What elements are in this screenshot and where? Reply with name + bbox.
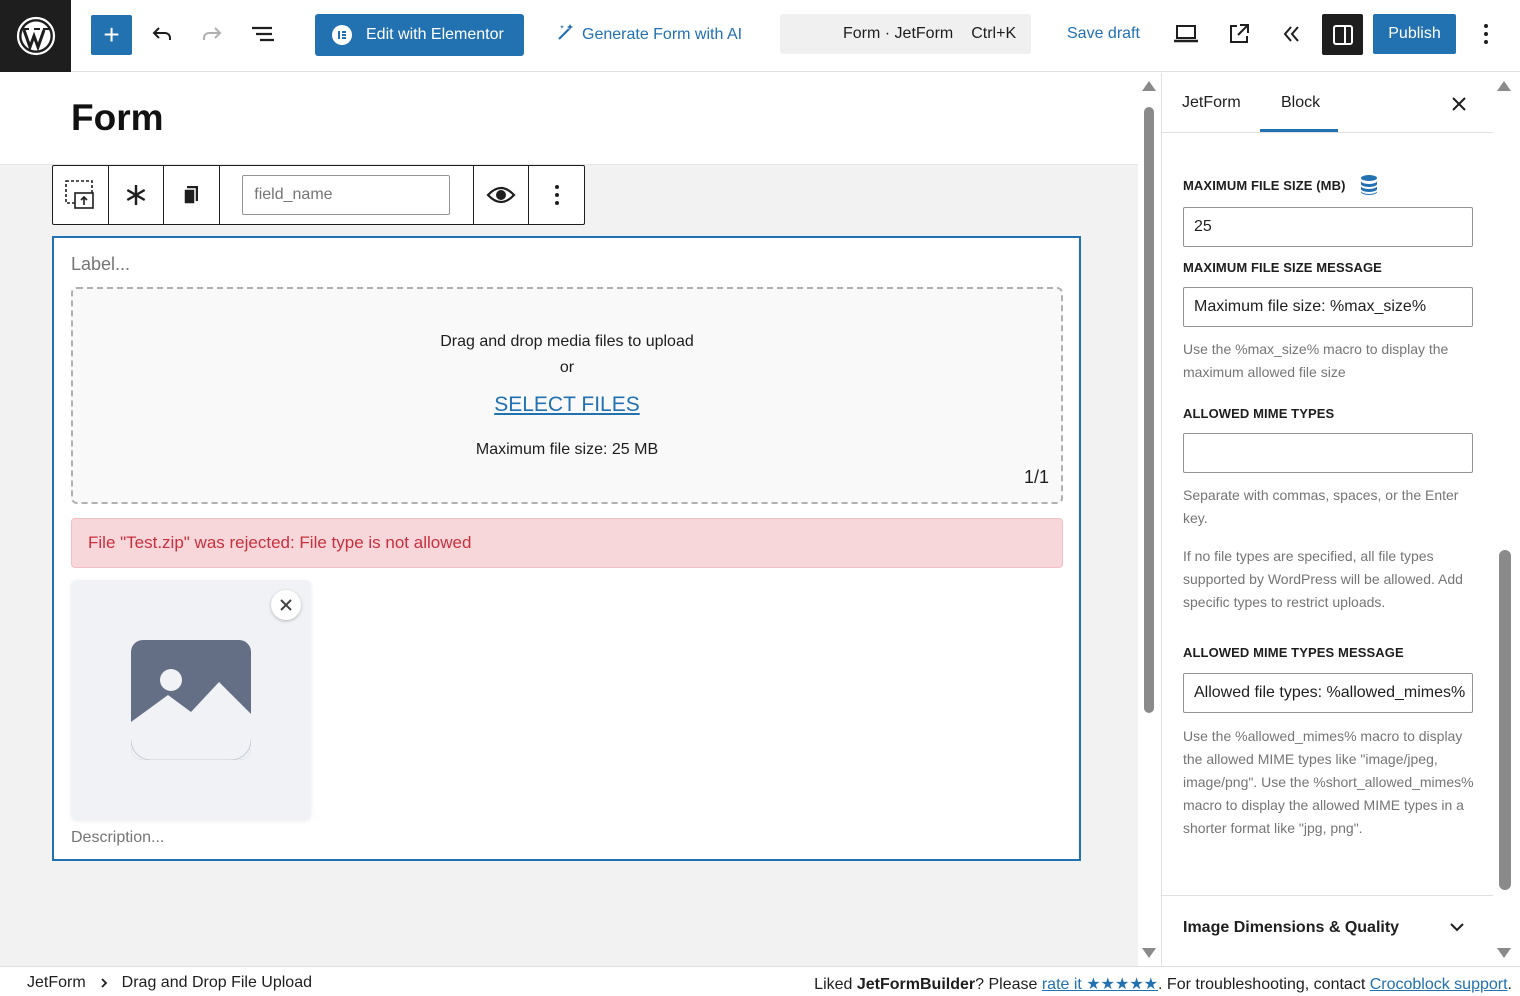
block-type-icon[interactable] [53, 166, 109, 224]
required-asterisk-icon[interactable] [109, 166, 165, 224]
sidebar-scrollbar[interactable] [1494, 73, 1520, 966]
command-palette-bar[interactable]: Form · JetForm Ctrl+K [780, 14, 1031, 54]
allowed-mime-types-input[interactable] [1183, 433, 1473, 473]
uploaded-file-card [71, 580, 311, 820]
add-block-button[interactable]: + [91, 15, 132, 55]
image-placeholder-icon [131, 640, 251, 760]
crocoblock-support-link[interactable]: Crocoblock support [1370, 976, 1508, 993]
editor-footer: JetForm Drag and Drop File Upload Liked … [0, 966, 1520, 996]
title-area: Form [0, 73, 1138, 165]
field-label[interactable]: Label... [71, 254, 130, 275]
sidebar-scroll-thumb[interactable] [1499, 550, 1511, 890]
max-file-size-message-label: MAXIMUM FILE SIZE MESSAGE [1183, 260, 1382, 275]
active-tab-indicator [1260, 129, 1338, 132]
max-file-size-input[interactable]: 25 [1183, 207, 1473, 247]
wordpress-logo-icon[interactable] [0, 0, 71, 72]
field-name-cell [220, 166, 474, 224]
document-overview-icon[interactable] [243, 14, 283, 54]
redo-icon[interactable] [192, 14, 232, 54]
footer-please-text: ? Please [975, 976, 1042, 993]
close-icon [280, 599, 292, 611]
mime-types-help-separator: Separate with commas, spaces, or the Ent… [1183, 487, 1459, 526]
allowed-mime-types-message-input[interactable]: Allowed file types: %allowed_mimes% [1183, 673, 1473, 713]
breadcrumb-item-jetform[interactable]: JetForm [27, 974, 86, 992]
scroll-up-arrow-icon[interactable] [1142, 81, 1156, 91]
command-bar-shortcut: Ctrl+K [971, 25, 1017, 42]
elementor-button-label: Edit with Elementor [366, 26, 504, 43]
field-description[interactable]: Description... [71, 829, 164, 847]
magic-wand-icon [556, 22, 576, 47]
collapse-double-chevron-icon[interactable] [1272, 14, 1312, 54]
block-toolbar [52, 165, 585, 225]
chevron-right-icon [101, 978, 107, 988]
allowed-mime-types-message-label: ALLOWED MIME TYPES MESSAGE [1183, 645, 1404, 660]
footer-troubleshoot-text: . For troubleshooting, contact [1158, 976, 1370, 993]
editor-scrollbar[interactable] [1138, 73, 1160, 966]
allowed-mime-types-label: ALLOWED MIME TYPES [1183, 406, 1335, 421]
copy-icon[interactable] [164, 166, 220, 224]
command-bar-title: Form · JetForm [843, 25, 954, 42]
dropzone-instruction: Drag and drop media files to upload [440, 333, 694, 350]
footer-end-text: . [1507, 976, 1512, 993]
breadcrumb: JetForm Drag and Drop File Upload [27, 974, 312, 992]
chevron-down-icon [1450, 923, 1464, 932]
select-files-link: SELECT FILES [73, 393, 1061, 417]
publish-button[interactable]: Publish [1373, 14, 1456, 54]
file-upload-block[interactable]: Label... Drag and drop media files to up… [52, 236, 1081, 861]
visibility-eye-icon[interactable] [474, 166, 530, 224]
sidebar-scroll-down-arrow-icon[interactable] [1497, 948, 1511, 958]
generate-form-ai-button[interactable]: Generate Form with AI [556, 22, 742, 47]
tab-block[interactable]: Block [1281, 94, 1320, 112]
select-files-button[interactable]: SELECT FILES [494, 393, 640, 416]
image-dimensions-title: Image Dimensions & Quality [1183, 918, 1400, 936]
mime-types-message-help: Use the %allowed_mimes% macro to display… [1183, 728, 1474, 836]
tab-jetform[interactable]: JetForm [1182, 94, 1241, 112]
generate-form-ai-label: Generate Form with AI [582, 25, 743, 43]
footer-liked-text: Liked [814, 976, 857, 993]
editor-canvas: Form Label... Drag and drop media files … [0, 73, 1138, 966]
footer-feedback: Liked JetFormBuilder? Please rate it ★★★… [814, 974, 1512, 994]
undo-icon[interactable] [142, 14, 182, 54]
scroll-down-arrow-icon[interactable] [1142, 948, 1156, 958]
file-dropzone[interactable]: Drag and drop media files to upload or S… [71, 287, 1063, 504]
editor-scroll-thumb[interactable] [1144, 107, 1154, 713]
sidebar-scroll-up-arrow-icon[interactable] [1497, 81, 1511, 91]
external-link-icon[interactable] [1219, 14, 1259, 54]
settings-sidebar-toggle-icon[interactable] [1322, 14, 1363, 55]
database-icon[interactable] [1360, 174, 1378, 196]
mime-types-help-all: If no file types are specified, all file… [1183, 548, 1463, 610]
edit-with-elementor-button[interactable]: Edit with Elementor [315, 14, 524, 56]
breadcrumb-item-block[interactable]: Drag and Drop File Upload [122, 974, 312, 992]
preview-device-icon[interactable] [1166, 14, 1206, 54]
elementor-icon [332, 25, 352, 45]
save-draft-button[interactable]: Save draft [1067, 25, 1140, 43]
close-sidebar-icon[interactable] [1452, 91, 1466, 117]
field-name-input[interactable] [242, 175, 451, 215]
options-kebab-icon[interactable] [1466, 14, 1506, 54]
rate-it-link[interactable]: rate it ★★★★★ [1042, 976, 1158, 993]
footer-brand: JetFormBuilder [856, 976, 976, 993]
image-dimensions-panel-toggle[interactable]: Image Dimensions & Quality [1162, 895, 1493, 959]
max-file-size-note: Maximum file size: 25 MB [475, 441, 659, 458]
max-file-size-label: MAXIMUM FILE SIZE (MB) [1183, 177, 1346, 193]
upload-error-message: File "Test.zip" was rejected: File type … [71, 518, 1063, 568]
settings-sidebar: JetForm Block MAXIMUM FILE SIZE (MB) 25 … [1161, 73, 1520, 966]
block-options-kebab-icon[interactable] [529, 166, 584, 224]
editor-topbar: + Edit with Elementor Generate Form with… [0, 0, 1520, 72]
max-file-size-help: Use the %max_size% macro to display the … [1183, 341, 1449, 380]
max-file-size-label-row: MAXIMUM FILE SIZE (MB) [1183, 174, 1378, 196]
sidebar-tabs: JetForm Block [1162, 73, 1493, 133]
dropzone-or: or [559, 359, 575, 376]
max-file-size-message-input[interactable]: Maximum file size: %max_size% [1183, 287, 1473, 327]
remove-file-button[interactable] [271, 590, 301, 620]
page-title[interactable]: Form [71, 97, 164, 139]
file-count: 1/1 [1023, 467, 1049, 487]
